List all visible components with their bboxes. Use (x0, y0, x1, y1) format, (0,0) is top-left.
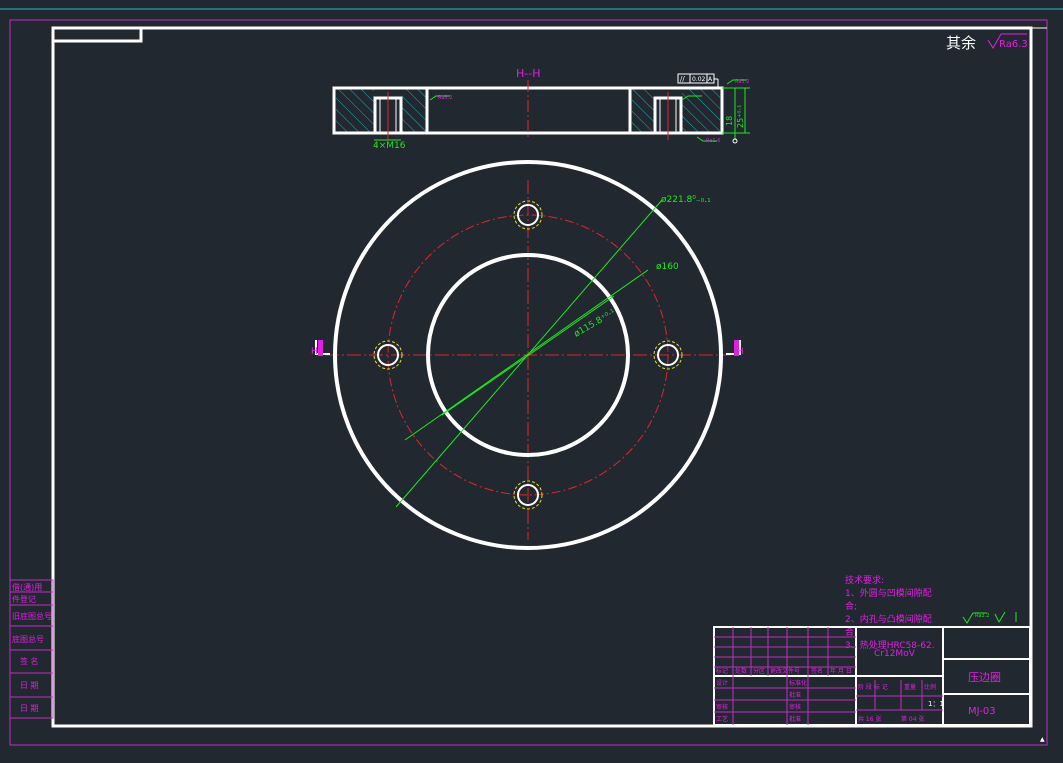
roughness-note-label: Ra3.2 (975, 613, 989, 619)
section-label: H--H (516, 67, 540, 80)
role-mid-3: 批准 (789, 715, 801, 723)
cad-drawing-canvas: 其余 Ra6.3 H--H 4×M16 Ra3.2 // 0.02 A Ra3.… (0, 8, 1063, 746)
section-view (332, 80, 724, 140)
part-name: 压边圈 (968, 671, 1001, 684)
role-mid-1: 批准 (789, 691, 801, 699)
dim-outer: ø221.8⁰₋₀.₁ (661, 195, 711, 205)
parallelism-datum: A (708, 76, 713, 83)
scale-value: 1：1 (928, 700, 944, 708)
dim-depth: 25⁺⁰·¹ (736, 105, 745, 128)
side-label-4: 签 名 (20, 656, 39, 666)
roughness-mid-label: Ra3.2 (735, 79, 749, 85)
roughness-bottom-label: Ra1.6 (706, 138, 720, 144)
view-marker-right: H (737, 347, 744, 357)
tech-line-2: 2、内孔与凸模间隙配 (845, 613, 932, 625)
side-label-2: 旧底图总号 (12, 611, 52, 621)
side-label-6: 日 期 (20, 704, 39, 713)
side-label-3: 底图总号 (12, 634, 44, 644)
sheet-no: 第 04 张 (901, 715, 924, 723)
tech-title: 技术要求: (845, 574, 884, 586)
parallelism-symbol-icon: // (680, 75, 685, 83)
role-left-3: 工艺 (716, 715, 728, 723)
role-left-2: 审核 (716, 703, 728, 711)
hatch-right-inner (632, 89, 654, 132)
side-label-5: 日 期 (20, 681, 39, 690)
rev-header-3: 更改文件号 (770, 667, 800, 675)
hole-callout: 4×M16 (373, 141, 406, 151)
frame-corner-tab (53, 28, 143, 43)
rev-header-4: 签名 (811, 667, 823, 675)
stage-header-0: 阶 段 标 记 (858, 683, 888, 691)
role-left-0: 设计 (716, 679, 728, 687)
rev-header-0: 标记 (716, 667, 728, 675)
parallelism-value: 0.02 (692, 76, 706, 83)
drawing-number: MJ-03 (968, 706, 996, 717)
role-mid-0: 标准化 (789, 679, 807, 687)
sheet-corner-icon: ▲ (1040, 736, 1045, 743)
rev-header-5: 年 月 日 (830, 667, 852, 675)
hatch-left-inner (402, 89, 426, 132)
side-label-0: 借(通)用 (12, 582, 42, 592)
surface-finish-prefix: 其余 (946, 34, 976, 52)
tech-line-1: 合; (845, 600, 857, 612)
rev-header-2: 分区 (753, 667, 765, 675)
dim-bolt-circle: ø160 (656, 262, 679, 272)
tech-requirements: 技术要求: 1、外圆与凹模间隙配 合; 2、内孔与凸模间隙配 合 3、热处理HR… (845, 574, 935, 651)
stage-header-2: 比例 (924, 683, 936, 691)
sheets-total: 共 16 张 (858, 715, 881, 723)
rev-header-1: 处数 (735, 667, 747, 675)
view-marker-left: H (311, 347, 318, 357)
roughness-check-icon (994, 611, 1017, 624)
roughness-top-label: Ra3.2 (438, 95, 452, 101)
hatch-left-outer (336, 89, 374, 132)
dim-thickness: 18 (725, 116, 734, 126)
hatch-right-outer (682, 89, 720, 132)
surface-finish-value: Ra6.3 (999, 39, 1028, 50)
stage-header-1: 重量 (904, 683, 916, 691)
side-label-1: 件登记 (12, 594, 36, 604)
material: Cr12MoV (874, 649, 916, 659)
dim-inner: ø115.8⁺⁰·¹ (573, 308, 618, 340)
tech-line-0: 1、外圆与凹模间隙配 (845, 587, 932, 599)
role-mid-2: 审核 (789, 703, 801, 711)
